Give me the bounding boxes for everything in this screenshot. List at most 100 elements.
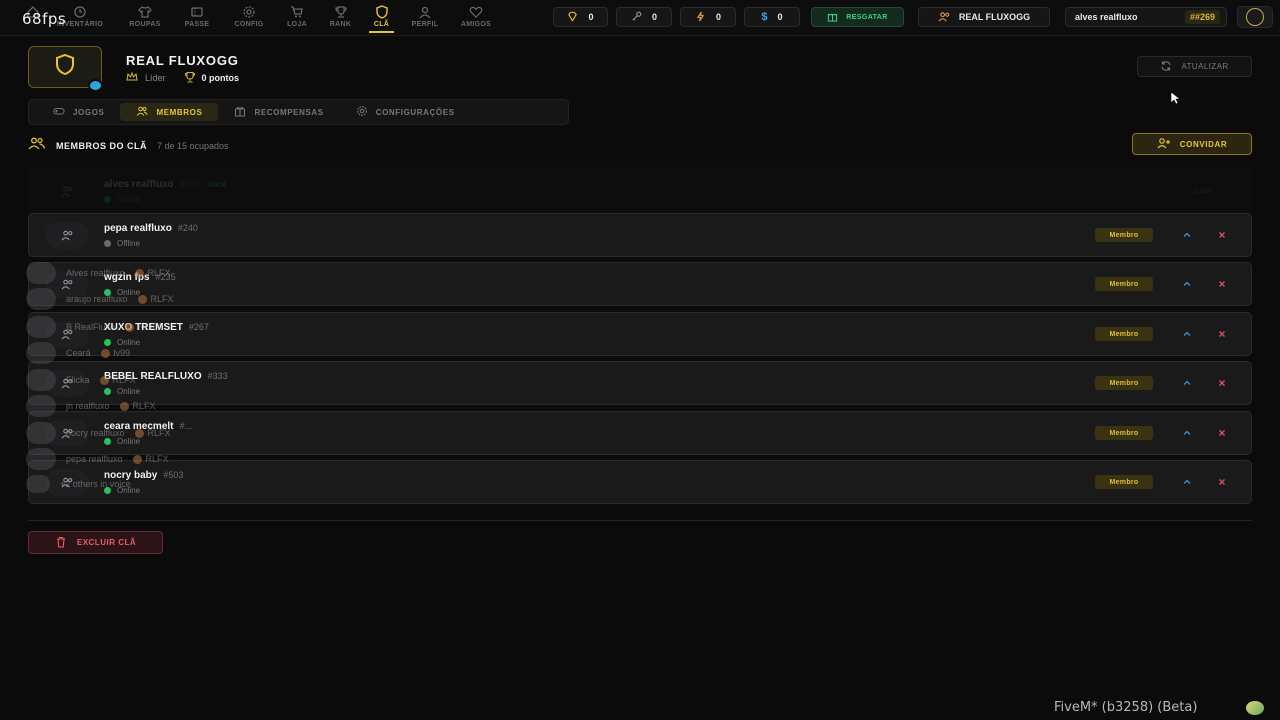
refresh-button[interactable]: ATUALIZAR bbox=[1137, 56, 1252, 77]
member-name: nocry baby #503 bbox=[104, 470, 183, 481]
user-pill[interactable]: alves realfluxo ##269 bbox=[1065, 7, 1227, 27]
promote-chevron-up-icon[interactable] bbox=[1181, 278, 1193, 290]
members-title: MEMBROS DO CLÃ bbox=[56, 140, 147, 151]
invite-button[interactable]: CONVIDAR bbox=[1132, 133, 1252, 155]
role-badge: Membro bbox=[1095, 327, 1153, 341]
clan-pill-label: REAL FLUXOGG bbox=[958, 12, 1031, 22]
promote-chevron-up-icon[interactable] bbox=[1181, 377, 1193, 389]
delete-clan-button[interactable]: EXCLUIR CLÃ bbox=[28, 531, 163, 554]
member-status: Online bbox=[104, 437, 140, 446]
nav-roupas[interactable]: ROUPAS bbox=[112, 5, 178, 33]
member-row[interactable]: wgzin fps #235 Online Membro bbox=[28, 262, 1252, 306]
divider bbox=[28, 520, 1252, 521]
clock-icon bbox=[73, 5, 87, 19]
member-status: Online bbox=[104, 288, 140, 297]
users-icon bbox=[61, 428, 72, 439]
member-id: #240 bbox=[177, 223, 198, 233]
member-status: Online bbox=[104, 486, 140, 495]
remove-close-icon[interactable] bbox=[1216, 278, 1228, 290]
member-row[interactable]: ceara mecmelt #... Online Membro bbox=[28, 411, 1252, 455]
users-icon bbox=[938, 11, 951, 24]
clan-meta: Líder 0 pontos bbox=[126, 71, 239, 85]
tab-membros[interactable]: MEMBROS bbox=[120, 103, 219, 121]
clan-points: 0 pontos bbox=[201, 73, 240, 83]
trophy-icon bbox=[184, 71, 196, 85]
remove-close-icon[interactable] bbox=[1216, 377, 1228, 389]
tab-recompensas[interactable]: RECOMPENSAS bbox=[218, 103, 339, 121]
tab-bar: JOGOS MEMBROS RECOMPENSAS CONFIGURAÇÕES bbox=[28, 99, 569, 125]
resgatar-button[interactable]: RESGATAR bbox=[811, 7, 904, 27]
member-row[interactable]: pepa realfluxo #240 Offline Membro bbox=[28, 213, 1252, 257]
member-name-text: nocry baby bbox=[104, 470, 158, 481]
bolt-icon bbox=[695, 11, 706, 24]
promote-chevron-up-icon[interactable] bbox=[1181, 229, 1193, 241]
role-badge: Membro bbox=[1095, 228, 1153, 242]
member-id: #503 bbox=[163, 470, 184, 480]
users-icon bbox=[136, 105, 148, 119]
tab-jogos[interactable]: JOGOS bbox=[37, 103, 120, 121]
page-title: REAL FLUXOGG bbox=[126, 53, 239, 68]
mouse-cursor-icon bbox=[1170, 91, 1181, 105]
currency-energy[interactable]: 0 bbox=[680, 7, 736, 27]
member-row[interactable]: BEBEL REALFLUXO #333 Online Membro bbox=[28, 361, 1252, 405]
promote-chevron-up-icon[interactable] bbox=[1181, 476, 1193, 488]
cart-icon bbox=[290, 5, 304, 19]
role-badge: Membro bbox=[1095, 376, 1153, 390]
currency-energy-value: 0 bbox=[715, 12, 721, 22]
member-status-text: Online bbox=[117, 338, 141, 347]
remove-close-icon[interactable] bbox=[1216, 328, 1228, 340]
nav-rank[interactable]: RANK bbox=[312, 5, 369, 33]
remove-close-icon[interactable] bbox=[1216, 427, 1228, 439]
nav-config[interactable]: CONFIG bbox=[216, 5, 282, 33]
fivem-logo-icon bbox=[1246, 701, 1264, 715]
nav-cla[interactable]: CLÃ bbox=[369, 5, 394, 33]
refresh-label: ATUALIZAR bbox=[1181, 62, 1229, 71]
gift-icon bbox=[234, 105, 246, 119]
member-row[interactable]: XUXO TREMSET #267 Online Membro bbox=[28, 312, 1252, 356]
member-status: Online bbox=[104, 387, 140, 396]
you-badge: Você bbox=[207, 180, 227, 189]
nav-amigos[interactable]: AMIGOS bbox=[456, 5, 496, 33]
dollar-icon: $ bbox=[761, 11, 768, 23]
clan-pill[interactable]: REAL FLUXOGG bbox=[918, 7, 1050, 27]
gear-icon bbox=[242, 5, 256, 19]
fivem-build-label: FiveM* (b3258) (Beta) bbox=[1054, 700, 1198, 715]
member-name: XUXO TREMSET #267 bbox=[104, 322, 209, 333]
tab-configuracoes[interactable]: CONFIGURAÇÕES bbox=[340, 103, 471, 121]
member-name-text: alves realfluxo bbox=[104, 179, 174, 190]
member-status: Online bbox=[104, 195, 140, 204]
avatar bbox=[45, 222, 89, 249]
currency-diamonds[interactable]: 0 bbox=[553, 7, 608, 27]
clan-role: Líder bbox=[145, 73, 166, 83]
users-icon bbox=[61, 279, 72, 290]
trophy-icon bbox=[334, 5, 348, 19]
member-status-text: Online bbox=[117, 486, 141, 495]
nav-config-label: CONFIG bbox=[234, 21, 264, 28]
currency-keys[interactable]: 0 bbox=[616, 7, 672, 27]
status-dot bbox=[104, 289, 111, 296]
nav-loja[interactable]: LOJA bbox=[282, 5, 312, 33]
member-name: wgzin fps #235 bbox=[104, 272, 176, 283]
gift-icon bbox=[827, 11, 838, 24]
nav-perfil[interactable]: PERFIL bbox=[394, 5, 456, 33]
tab-recompensas-label: RECOMPENSAS bbox=[254, 107, 324, 117]
member-row[interactable]: alves realfluxo #269 Você Online Líder bbox=[28, 169, 1252, 213]
remove-close-icon[interactable] bbox=[1216, 229, 1228, 241]
nav-passe[interactable]: PASSE bbox=[178, 5, 216, 33]
users-icon bbox=[61, 186, 72, 197]
member-status-text: Online bbox=[117, 195, 141, 204]
user-tag: ##269 bbox=[1184, 10, 1220, 24]
nav-items: INVENTÁRIO ROUPAS PASSE CONFIG LOJA RANK… bbox=[18, 5, 496, 33]
currency-diamonds-value: 0 bbox=[588, 12, 594, 22]
users-icon bbox=[61, 378, 72, 389]
tab-jogos-label: JOGOS bbox=[73, 107, 105, 117]
currency-money[interactable]: $ 0 bbox=[744, 7, 800, 27]
promote-chevron-up-icon[interactable] bbox=[1181, 328, 1193, 340]
remove-close-icon[interactable] bbox=[1216, 476, 1228, 488]
member-status: Offline bbox=[104, 239, 140, 248]
promote-chevron-up-icon[interactable] bbox=[1181, 427, 1193, 439]
nav-cla-label: CLÃ bbox=[373, 21, 390, 28]
member-row[interactable]: nocry baby #503 Online Membro bbox=[28, 460, 1252, 504]
avatar[interactable] bbox=[1237, 6, 1273, 28]
nav-rank-label: RANK bbox=[329, 21, 352, 28]
